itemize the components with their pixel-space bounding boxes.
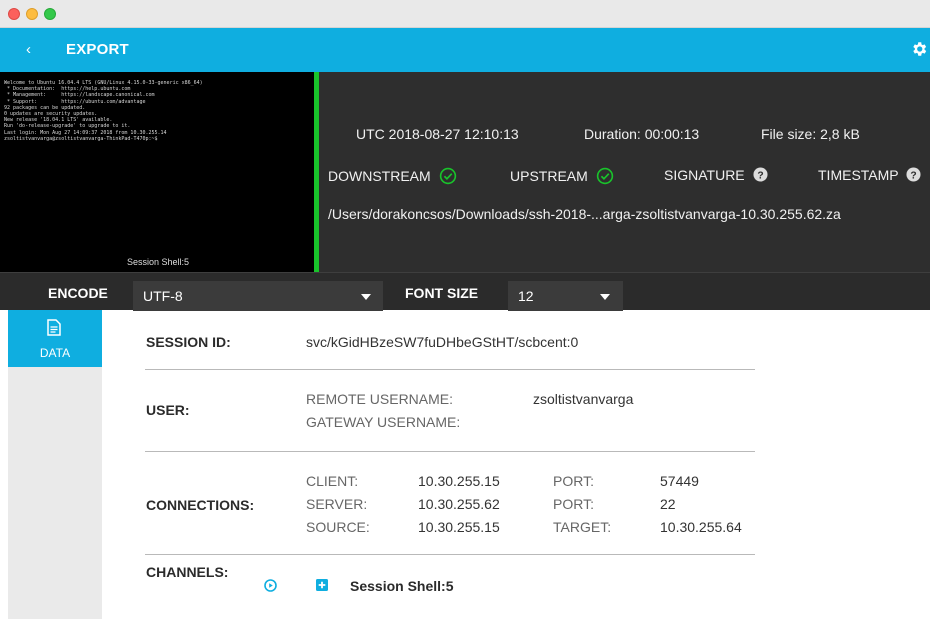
source-value: 10.30.255.15 xyxy=(418,519,500,535)
check-circle-icon xyxy=(439,167,456,185)
terminal-text: Welcome to Ubuntu 16.04.4 LTS (GNU/Linux… xyxy=(4,80,310,142)
client-value: 10.30.255.15 xyxy=(418,473,500,489)
help-icon[interactable]: ? xyxy=(753,167,768,182)
session-id-value: svc/kGidHBzeSW7fuDHbeGStHT/scbcent:0 xyxy=(306,334,579,350)
downstream-status: DOWNSTREAM xyxy=(328,167,457,185)
file-size: File size: 2,8 kB xyxy=(761,126,860,142)
play-icon[interactable] xyxy=(264,579,277,592)
timestamp-status: TIMESTAMP ? xyxy=(818,167,921,183)
client-label: CLIENT: xyxy=(306,473,359,489)
user-label: USER: xyxy=(146,402,190,418)
divider xyxy=(145,451,755,452)
nav-item-label: DATA xyxy=(39,346,71,360)
source-label: SOURCE: xyxy=(306,519,370,535)
connections-label: CONNECTIONS: xyxy=(146,497,255,513)
check-circle-icon xyxy=(596,167,613,185)
channels-label: CHANNELS: xyxy=(146,564,229,580)
upstream-label: UPSTREAM xyxy=(510,168,588,184)
app-header: ‹ EXPORT xyxy=(0,28,930,72)
chevron-down-icon xyxy=(600,294,610,300)
terminal-preview[interactable]: Welcome to Ubuntu 16.04.4 LTS (GNU/Linux… xyxy=(0,72,314,272)
font-size-label: FONT SIZE xyxy=(405,285,479,301)
side-navigation: DATA xyxy=(8,310,102,619)
port-label: PORT: xyxy=(553,496,594,512)
window-title-bar xyxy=(0,0,930,28)
timestamp-label: TIMESTAMP xyxy=(818,167,899,183)
signature-label: SIGNATURE xyxy=(664,167,745,183)
server-label: SERVER: xyxy=(306,496,368,512)
document-icon xyxy=(47,319,61,336)
encode-label: ENCODE xyxy=(48,285,108,301)
signature-status: SIGNATURE ? xyxy=(664,167,768,183)
minimize-window-button[interactable] xyxy=(26,8,38,20)
server-value: 10.30.255.62 xyxy=(418,496,500,512)
channel-name[interactable]: Session Shell:5 xyxy=(350,578,453,594)
session-info-panel: Welcome to Ubuntu 16.04.4 LTS (GNU/Linux… xyxy=(0,72,930,272)
font-size-value: 12 xyxy=(518,288,534,304)
chevron-down-icon xyxy=(361,294,371,300)
divider xyxy=(145,369,755,370)
zoom-window-button[interactable] xyxy=(44,8,56,20)
svg-text:?: ? xyxy=(911,170,917,181)
divider xyxy=(145,554,755,555)
viewer-toolbar: ENCODE UTF-8 FONT SIZE 12 xyxy=(0,272,930,311)
duration: Duration: 00:00:13 xyxy=(584,126,700,142)
svg-text:?: ? xyxy=(757,170,763,181)
gear-icon[interactable] xyxy=(910,40,928,58)
server-port-value: 22 xyxy=(660,496,676,512)
remote-username-value: zsoltistvanvarga xyxy=(533,391,634,407)
target-value: 10.30.255.64 xyxy=(660,519,742,535)
gateway-username-label: GATEWAY USERNAME: xyxy=(306,414,461,430)
font-size-select[interactable]: 12 xyxy=(508,281,623,311)
utc-time: UTC 2018-08-27 12:10:13 xyxy=(356,126,519,142)
downstream-label: DOWNSTREAM xyxy=(328,168,431,184)
port-label: PORT: xyxy=(553,473,594,489)
remote-username-label: REMOTE USERNAME: xyxy=(306,391,454,407)
encode-value: UTF-8 xyxy=(143,288,183,304)
nav-item-data[interactable]: DATA xyxy=(8,310,102,367)
status-bar-indicator xyxy=(314,72,319,272)
terminal-line: zsoltistvanvarga@zsoltistvanvarga-ThinkP… xyxy=(4,135,161,142)
terminal-caption: Session Shell:5 xyxy=(127,257,190,267)
file-path: /Users/dorakoncsos/Downloads/ssh-2018-..… xyxy=(328,206,841,222)
session-id-label: SESSION ID: xyxy=(146,334,231,350)
help-icon[interactable]: ? xyxy=(906,167,921,182)
client-port-value: 57449 xyxy=(660,473,699,489)
close-window-button[interactable] xyxy=(8,8,20,20)
upstream-status: UPSTREAM xyxy=(510,167,614,185)
page-title: EXPORT xyxy=(66,41,129,58)
expand-plus-icon[interactable] xyxy=(316,579,328,591)
target-label: TARGET: xyxy=(553,519,612,535)
encode-select[interactable]: UTF-8 xyxy=(133,281,383,311)
back-icon[interactable]: ‹ xyxy=(26,40,40,60)
